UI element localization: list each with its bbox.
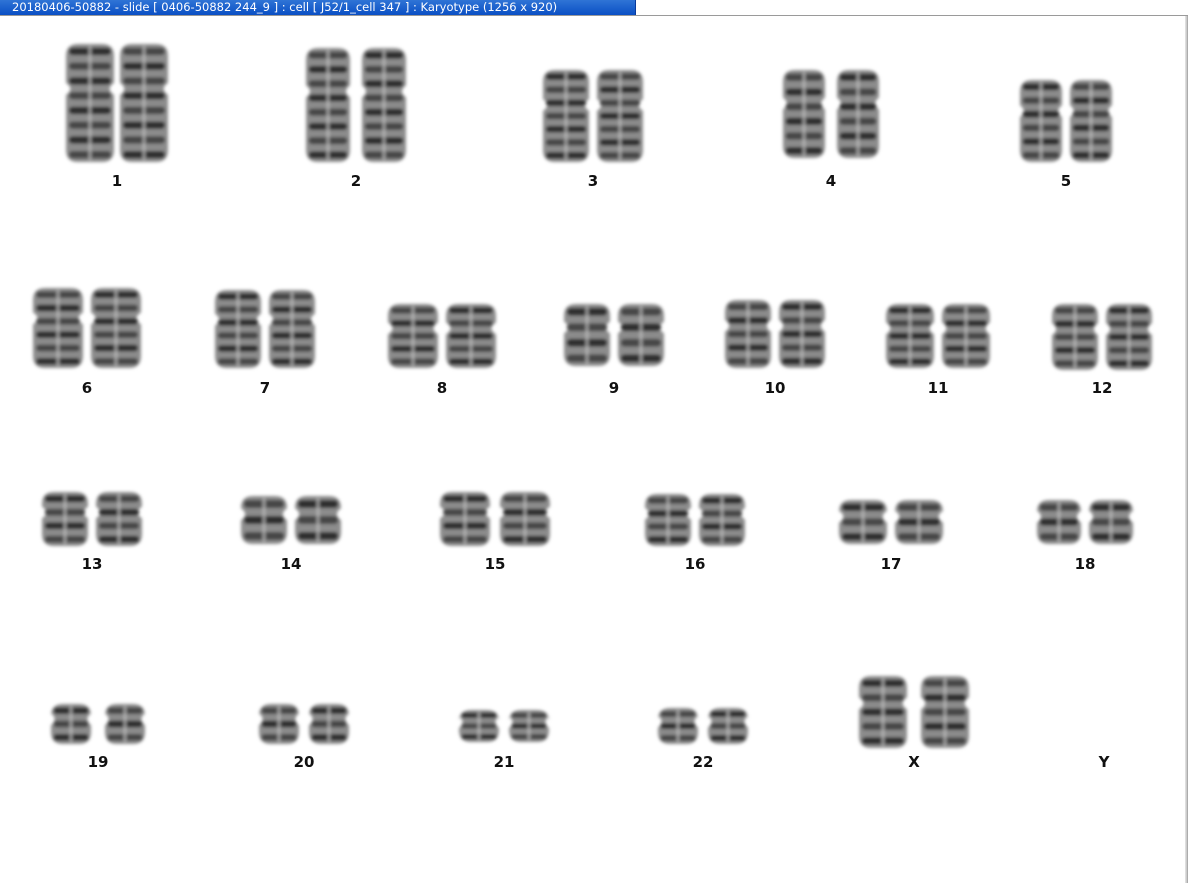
chromosome-18-2 [1089, 500, 1133, 544]
chromosome-label: 16 [684, 555, 706, 573]
chromosome-2-1 [306, 48, 350, 162]
chromosome-7-2 [269, 290, 315, 368]
chromosome-1-2 [120, 44, 168, 162]
chromosome-label: 3 [587, 172, 599, 190]
chromosome-16-2 [699, 494, 745, 546]
chromosome-15-2 [500, 492, 550, 546]
chromosome-pair-graphic [459, 710, 549, 742]
chromosome-pair-graphic [839, 500, 943, 544]
chromosome-label: 4 [825, 172, 837, 190]
chromosome-5-2 [1070, 80, 1112, 162]
chromosome-6-2 [91, 288, 141, 368]
chromosome-pair-graphic [241, 496, 341, 544]
chromosome-label: 2 [350, 172, 362, 190]
chromosome-13-2 [96, 492, 142, 546]
chromosome-8-1 [388, 304, 438, 368]
chromosome-22-1 [658, 708, 698, 744]
chromosome-label: 12 [1091, 379, 1113, 397]
chromosome-label: 10 [764, 379, 786, 397]
chromosome-7-1 [215, 290, 261, 368]
chromosome-12-2 [1106, 304, 1152, 370]
chromosome-13-1 [42, 492, 88, 546]
chromosome-19-2 [105, 704, 145, 744]
chromosome-11-1 [886, 304, 934, 368]
chromosome-pair-graphic [66, 44, 168, 162]
chromosome-label: 15 [484, 555, 506, 573]
chromosome-label: 6 [81, 379, 93, 397]
chromosome-10-1 [725, 300, 771, 368]
chromosome-x-2 [921, 676, 969, 748]
chromosome-20-1 [259, 704, 299, 744]
chromosome-9-1 [564, 304, 610, 366]
chromosome-pair-graphic [886, 304, 990, 368]
chromosome-pair-graphic [783, 70, 879, 158]
chromosome-19-1 [51, 704, 91, 744]
chromosome-label: 21 [493, 753, 515, 771]
chromosome-label: 20 [293, 753, 315, 771]
chromosome-1-1 [66, 44, 114, 162]
chromosome-pair-graphic [1052, 304, 1152, 370]
chromosome-label: 19 [87, 753, 109, 771]
chromosome-pair-graphic [543, 70, 643, 162]
chromosome-10-2 [779, 300, 825, 368]
chromosome-9-2 [618, 304, 664, 366]
chromosome-pair-graphic [1037, 500, 1133, 544]
chromosome-15-1 [440, 492, 490, 546]
chromosome-pair-graphic [1020, 80, 1112, 162]
chromosome-21-2 [509, 710, 549, 742]
chromosome-17-1 [839, 500, 887, 544]
chromosome-label: X [908, 753, 920, 771]
chromosome-4-2 [837, 70, 879, 158]
chromosome-12-1 [1052, 304, 1098, 370]
chromosome-pair-graphic [42, 492, 142, 546]
chromosome-pair-graphic [388, 304, 496, 368]
chromosome-20-2 [309, 704, 349, 744]
chromosome-x-1 [859, 676, 907, 748]
chromosome-17-2 [895, 500, 943, 544]
chromosome-label: 22 [692, 753, 714, 771]
chromosome-pair-graphic [658, 708, 748, 744]
chromosome-pair-graphic [259, 704, 349, 744]
chromosome-pair-graphic [725, 300, 825, 368]
chromosome-14-2 [295, 496, 341, 544]
chromosome-label: 17 [880, 555, 902, 573]
chromosome-pair-graphic [859, 676, 969, 748]
chromosome-label: 18 [1074, 555, 1096, 573]
chromosome-3-2 [597, 70, 643, 162]
chromosome-21-1 [459, 710, 499, 742]
chromosome-3-1 [543, 70, 589, 162]
chromosome-5-1 [1020, 80, 1062, 162]
chromosome-22-2 [708, 708, 748, 744]
chromosome-8-2 [446, 304, 496, 368]
chromosome-18-1 [1037, 500, 1081, 544]
chromosome-16-1 [645, 494, 691, 546]
chromosome-11-2 [942, 304, 990, 368]
chromosome-label: 14 [280, 555, 302, 573]
chromosome-pair-graphic [440, 492, 550, 546]
chromosome-pair-graphic [51, 704, 145, 744]
chromosome-label: 13 [81, 555, 103, 573]
chromosome-pair-graphic [645, 494, 745, 546]
chromosome-label: 1 [111, 172, 123, 190]
chromosome-label: 7 [259, 379, 271, 397]
chromosome-label: 8 [436, 379, 448, 397]
chromosome-pair-graphic [215, 290, 315, 368]
chromosome-label: 9 [608, 379, 620, 397]
chromosome-label: 5 [1060, 172, 1072, 190]
chromosome-pair-graphic [33, 288, 141, 368]
chromosome-pair-graphic [564, 304, 664, 366]
window-title-bar[interactable]: 20180406-50882 - slide [ 0406-50882 244_… [0, 0, 636, 15]
chromosome-label: 11 [927, 379, 949, 397]
karyotype-canvas: 1 2 3 4 5 6 7 8 9 10 11 12 13 14 15 16 17 18 19 20 21 22 X Y [0, 16, 1185, 883]
chromosome-label: Y [1098, 753, 1110, 771]
chromosome-6-1 [33, 288, 83, 368]
chromosome-2-2 [362, 48, 406, 162]
chromosome-4-1 [783, 70, 825, 158]
window-title: 20180406-50882 - slide [ 0406-50882 244_… [12, 0, 558, 14]
chromosome-pair-graphic [306, 48, 406, 162]
chromosome-14-1 [241, 496, 287, 544]
